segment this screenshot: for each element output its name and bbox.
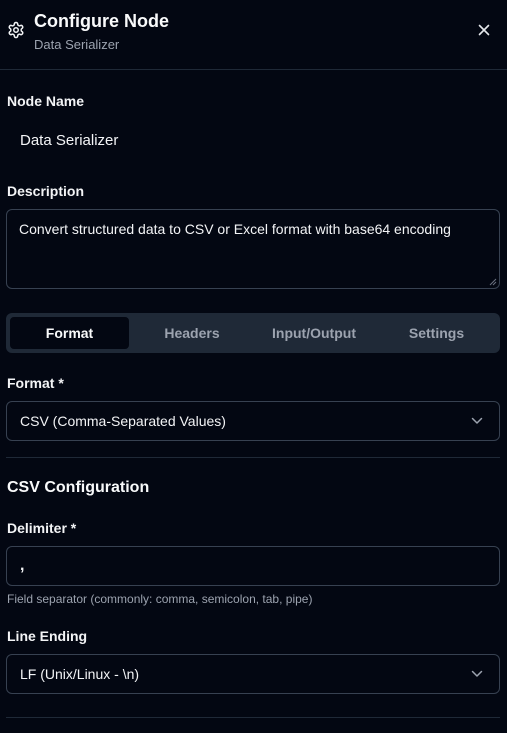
csv-configuration-title: CSV Configuration	[7, 479, 150, 496]
panel-title: Configure Node	[34, 11, 169, 31]
delimiter-value: ,	[20, 557, 25, 574]
section-divider	[6, 717, 500, 718]
format-select[interactable]: CSV (Comma-Separated Values)	[6, 401, 500, 441]
gear-icon	[7, 21, 25, 39]
chevron-down-icon	[471, 670, 483, 677]
node-name-label: Node Name	[7, 93, 85, 109]
tab-format[interactable]: Format	[10, 317, 129, 349]
description-text: Convert structured data to CSV or Excel …	[19, 221, 451, 237]
tab-settings[interactable]: Settings	[377, 317, 496, 349]
format-selected-value: CSV (Comma-Separated Values)	[20, 413, 226, 429]
delimiter-input[interactable]: ,	[6, 546, 500, 586]
tab-input-output[interactable]: Input/Output	[255, 317, 373, 349]
section-divider	[6, 457, 500, 458]
line-ending-label: Line Ending	[7, 628, 88, 644]
panel-subtitle: Data Serializer	[34, 37, 120, 52]
resize-grip-icon[interactable]	[489, 278, 497, 286]
format-label: Format *	[7, 375, 64, 391]
panel-header: Configure Node Data Serializer	[0, 0, 507, 70]
tab-bar: Format Headers Input/Output Settings	[6, 313, 500, 353]
line-ending-select[interactable]: LF (Unix/Linux - \n)	[6, 654, 500, 694]
description-label: Description	[7, 183, 85, 199]
description-textarea[interactable]: Convert structured data to CSV or Excel …	[6, 209, 500, 289]
delimiter-label: Delimiter *	[7, 520, 77, 536]
chevron-down-icon	[471, 417, 483, 424]
node-name-field[interactable]: Data Serializer	[20, 131, 118, 151]
configure-node-panel: Configure Node Data Serializer Node Name…	[0, 0, 507, 733]
line-ending-selected-value: LF (Unix/Linux - \n)	[20, 666, 140, 682]
close-icon[interactable]	[476, 22, 492, 38]
delimiter-hint: Field separator (commonly: comma, semico…	[7, 592, 313, 606]
tab-headers[interactable]: Headers	[133, 317, 251, 349]
